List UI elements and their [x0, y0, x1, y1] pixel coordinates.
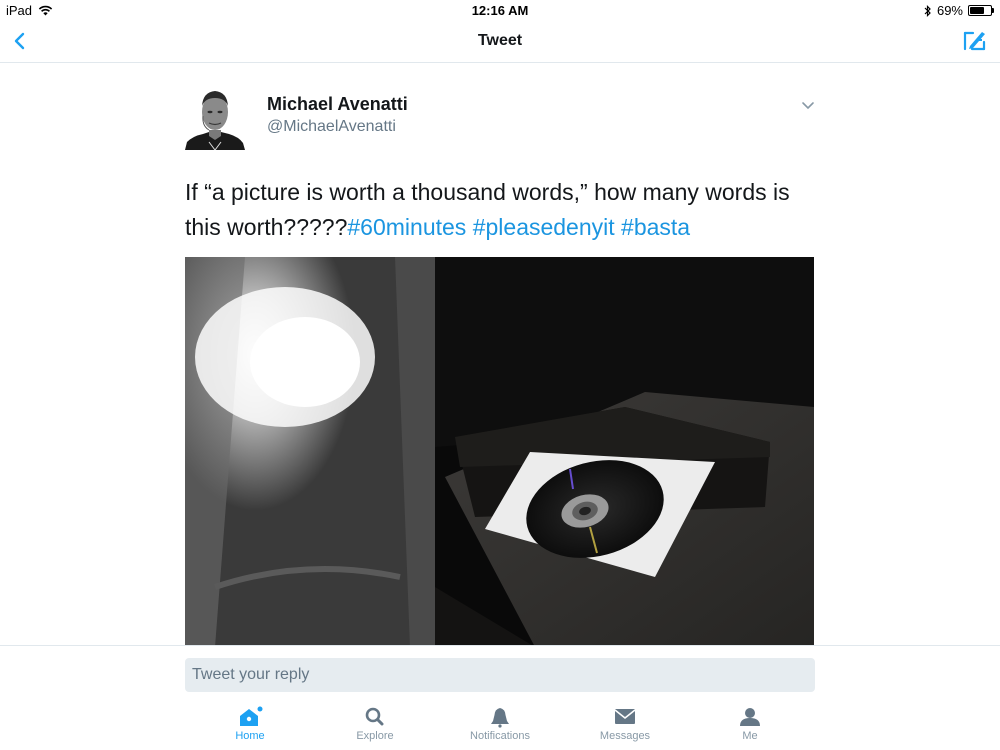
tab-messages[interactable]: Messages — [575, 706, 675, 750]
tab-label: Home — [235, 730, 265, 742]
author-handle[interactable]: @MichaelAvenatti — [267, 118, 396, 136]
home-icon — [240, 706, 263, 726]
hashtag-link[interactable]: #basta — [621, 214, 690, 240]
bluetooth-icon — [924, 4, 931, 17]
photo-cd-in-safe — [185, 257, 814, 647]
page-title: Tweet — [477, 32, 523, 49]
tab-label: Explore — [356, 730, 394, 742]
compose-icon — [963, 31, 986, 51]
chevron-down-icon — [802, 102, 814, 110]
tweet-text: If “a picture is worth a thousand words,… — [185, 175, 815, 245]
tab-label: Me — [742, 730, 758, 742]
reply-input[interactable] — [185, 658, 815, 692]
battery-fill — [970, 7, 984, 14]
author-name[interactable]: Michael Avenatti — [267, 94, 408, 115]
compose-tweet-button[interactable] — [962, 29, 988, 53]
tab-label: Messages — [599, 730, 651, 742]
status-right: 69% — [924, 3, 994, 18]
tweet-photo[interactable] — [185, 257, 814, 647]
tab-notifications[interactable]: Notifications — [450, 706, 550, 750]
tab-explore[interactable]: Explore — [325, 706, 425, 750]
bell-icon — [491, 708, 509, 728]
hashtag-link[interactable]: #60minutes — [347, 214, 466, 240]
search-icon — [365, 707, 384, 726]
status-time: 12:16 AM — [471, 3, 529, 18]
tab-bar: Home Explore Notifications Messages Me — [0, 700, 1000, 750]
nav-bar: Tweet — [0, 20, 1000, 63]
reply-bar — [0, 645, 1000, 701]
hashtag-link[interactable]: #pleasedenyit — [473, 214, 615, 240]
tab-me[interactable]: Me — [700, 706, 800, 750]
battery-cap — [992, 8, 994, 13]
tweet-menu-button[interactable] — [801, 98, 815, 110]
person-icon — [740, 708, 760, 726]
avatar-portrait — [185, 86, 245, 150]
tab-label: Notifications — [470, 730, 530, 742]
tab-home[interactable]: Home — [200, 706, 300, 750]
status-bar: iPad 12:16 AM 69% — [0, 0, 1000, 20]
avatar[interactable] — [185, 86, 245, 150]
battery-indicator — [968, 5, 994, 16]
envelope-icon — [614, 709, 636, 724]
battery-percent: 69% — [936, 3, 963, 18]
battery-icon — [968, 5, 992, 16]
